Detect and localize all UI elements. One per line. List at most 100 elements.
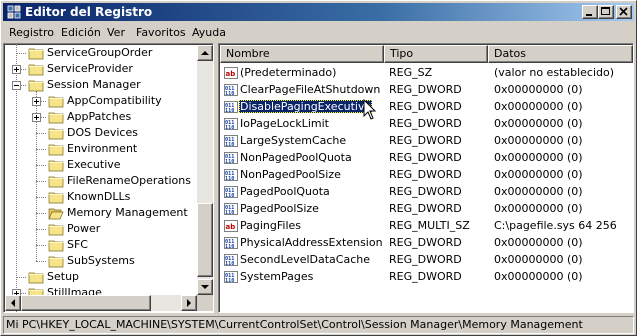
status-bar: Mi PC\HKEY_LOCAL_MACHINE\SYSTEM\CurrentC… [3,316,634,334]
tree-node[interactable]: AppCompatibility [4,93,196,109]
tree-node[interactable]: Setup [4,269,196,285]
folder-open-icon [48,206,64,220]
tree-node[interactable]: KnownDLLs [4,189,196,205]
value-type: REG_DWORD [389,168,462,181]
value-data: 0x00000000 (0) [494,270,583,283]
tree-node-label: KnownDLLs [67,190,131,203]
tree-node[interactable]: Session Manager [4,77,196,93]
value-name: DisablePagingExecutive [239,100,373,113]
value-name: NonPagedPoolQuota [240,151,352,164]
tree-node[interactable]: ServiceGroupOrder [4,45,196,61]
tree-node[interactable]: FileRenameOperations [4,173,196,189]
scroll-up-button[interactable] [197,45,213,61]
folder-icon [48,190,64,204]
tree-connector [36,181,46,182]
value-row[interactable]: 011 110 ClearPageFileAtShutdown REG_DWORD 0x… [220,81,633,98]
column-header-nombre[interactable]: Nombre [220,45,384,63]
binary-value-icon: 011 110 [223,116,239,132]
binary-value-icon: 011 110 [223,133,239,149]
value-row[interactable]: 011 110 SystemPages REG_DWORD 0x00000000 (0) [220,268,633,285]
column-header-datos[interactable]: Datos [488,45,633,63]
folder-icon [48,142,64,156]
svg-text:110: 110 [225,125,234,131]
h-scroll-thumb[interactable] [21,295,151,311]
mouse-pointer-icon [363,99,377,120]
scroll-right-button[interactable] [181,295,197,311]
value-row[interactable]: 011 110 PagedPoolSize REG_DWORD 0x00000000 (… [220,200,633,217]
folder-icon [48,222,64,236]
menu-ayuda[interactable]: Ayuda [192,25,226,40]
value-type: REG_DWORD [389,236,462,249]
scroll-left-button[interactable] [5,295,21,311]
minimize-button[interactable] [582,5,598,19]
menu-bar: Registro Edición Ver Favoritos Ayuda [3,23,634,42]
folder-icon [48,238,64,252]
value-row[interactable]: 011 110 NonPagedPoolSize REG_DWORD 0x0000000… [220,166,633,183]
tree-node[interactable]: Environment [4,141,196,157]
value-row[interactable]: ab (Predeterminado) REG_SZ (valor no establ… [220,64,633,81]
value-row[interactable]: 011 110 PhysicalAddressExtension REG_DWORD 0… [220,234,633,251]
key-tree-pane[interactable]: ServiceGroupOrder ServiceProvider Session … [3,43,214,313]
column-header-tipo[interactable]: Tipo [384,45,488,63]
tree-node[interactable]: Executive [4,157,196,173]
value-row[interactable]: 011 110 LargeSystemCache REG_DWORD 0x0000000… [220,132,633,149]
folder-icon [28,46,44,60]
value-row[interactable]: 011 110 NonPagedPoolQuota REG_DWORD 0x000000… [220,149,633,166]
binary-value-icon: 011 110 [223,201,239,217]
svg-text:110: 110 [225,142,234,148]
tree-node-label: Memory Management [67,206,188,219]
tree-node[interactable]: Memory Management [4,205,196,221]
collapse-icon[interactable] [12,80,21,90]
value-data: 0x00000000 (0) [494,117,583,130]
tree-node[interactable]: SubSystems [4,253,196,269]
tree-node[interactable]: SFC [4,237,196,253]
value-row[interactable]: 011 110 SecondLevelDataCache REG_DWORD 0x000… [220,251,633,268]
value-row[interactable]: ab PagingFiles REG_MULTI_SZ C:\pagefile.sys… [220,217,633,234]
folder-icon [48,94,64,108]
tree-node[interactable]: ServiceProvider [4,61,196,77]
registry-editor-window: Editor del Registro Registro Edición Ver… [0,0,637,336]
minimize-icon [586,14,592,16]
value-name: NonPagedPoolSize [240,168,341,181]
value-row[interactable]: 011 110 DisablePagingExecutive REG_DWORD 0x0… [220,98,633,115]
menu-favoritos[interactable]: Favoritos [136,25,186,40]
value-data: 0x00000000 (0) [494,202,583,215]
value-row[interactable]: 011 110 IoPageLockLimit REG_DWORD 0x00000000… [220,115,633,132]
tree-node-label: SFC [67,238,88,251]
tree-node[interactable]: Power [4,221,196,237]
menu-registro[interactable]: Registro [9,25,54,40]
string-value-icon: ab [223,65,239,81]
status-path: Mi PC\HKEY_LOCAL_MACHINE\SYSTEM\CurrentC… [3,316,634,334]
tree-node-label: ServiceProvider [47,62,133,75]
scroll-down-button[interactable] [197,279,213,295]
maximize-button[interactable] [598,5,614,19]
tree-horizontal-scrollbar[interactable] [5,295,197,311]
value-data: 0x00000000 (0) [494,168,583,181]
svg-text:110: 110 [225,176,234,182]
value-row[interactable]: 011 110 PagedPoolQuota REG_DWORD 0x00000000 … [220,183,633,200]
scroll-thumb[interactable] [197,203,213,277]
folder-icon [48,254,64,268]
binary-value-icon: 011 110 [223,150,239,166]
tree-node-label: Session Manager [47,78,141,91]
tree-node[interactable]: DOS Devices [4,125,196,141]
close-button[interactable] [616,5,632,19]
binary-value-icon: 011 110 [223,184,239,200]
scroll-corner [197,295,213,311]
menu-edicion[interactable]: Edición [61,25,101,40]
tree-node[interactable]: AppPatches [4,109,196,125]
binary-value-icon: 011 110 [223,252,239,268]
menu-ver[interactable]: Ver [107,25,125,40]
values-list-pane[interactable]: Nombre Tipo Datos ab (Predeterminado) REG_… [218,43,634,313]
expand-icon[interactable] [32,112,41,122]
tree-connector [16,277,26,278]
expand-icon[interactable] [12,64,21,74]
tree-node-label: Executive [67,158,121,171]
value-data: C:\pagefile.sys 64 256 [494,219,617,232]
value-type: REG_MULTI_SZ [389,219,470,232]
expand-icon[interactable] [32,96,41,106]
tree-vertical-scrollbar[interactable] [197,45,213,311]
folder-icon [28,62,44,76]
svg-text:ab: ab [226,223,236,231]
title-bar[interactable]: Editor del Registro [3,3,634,21]
